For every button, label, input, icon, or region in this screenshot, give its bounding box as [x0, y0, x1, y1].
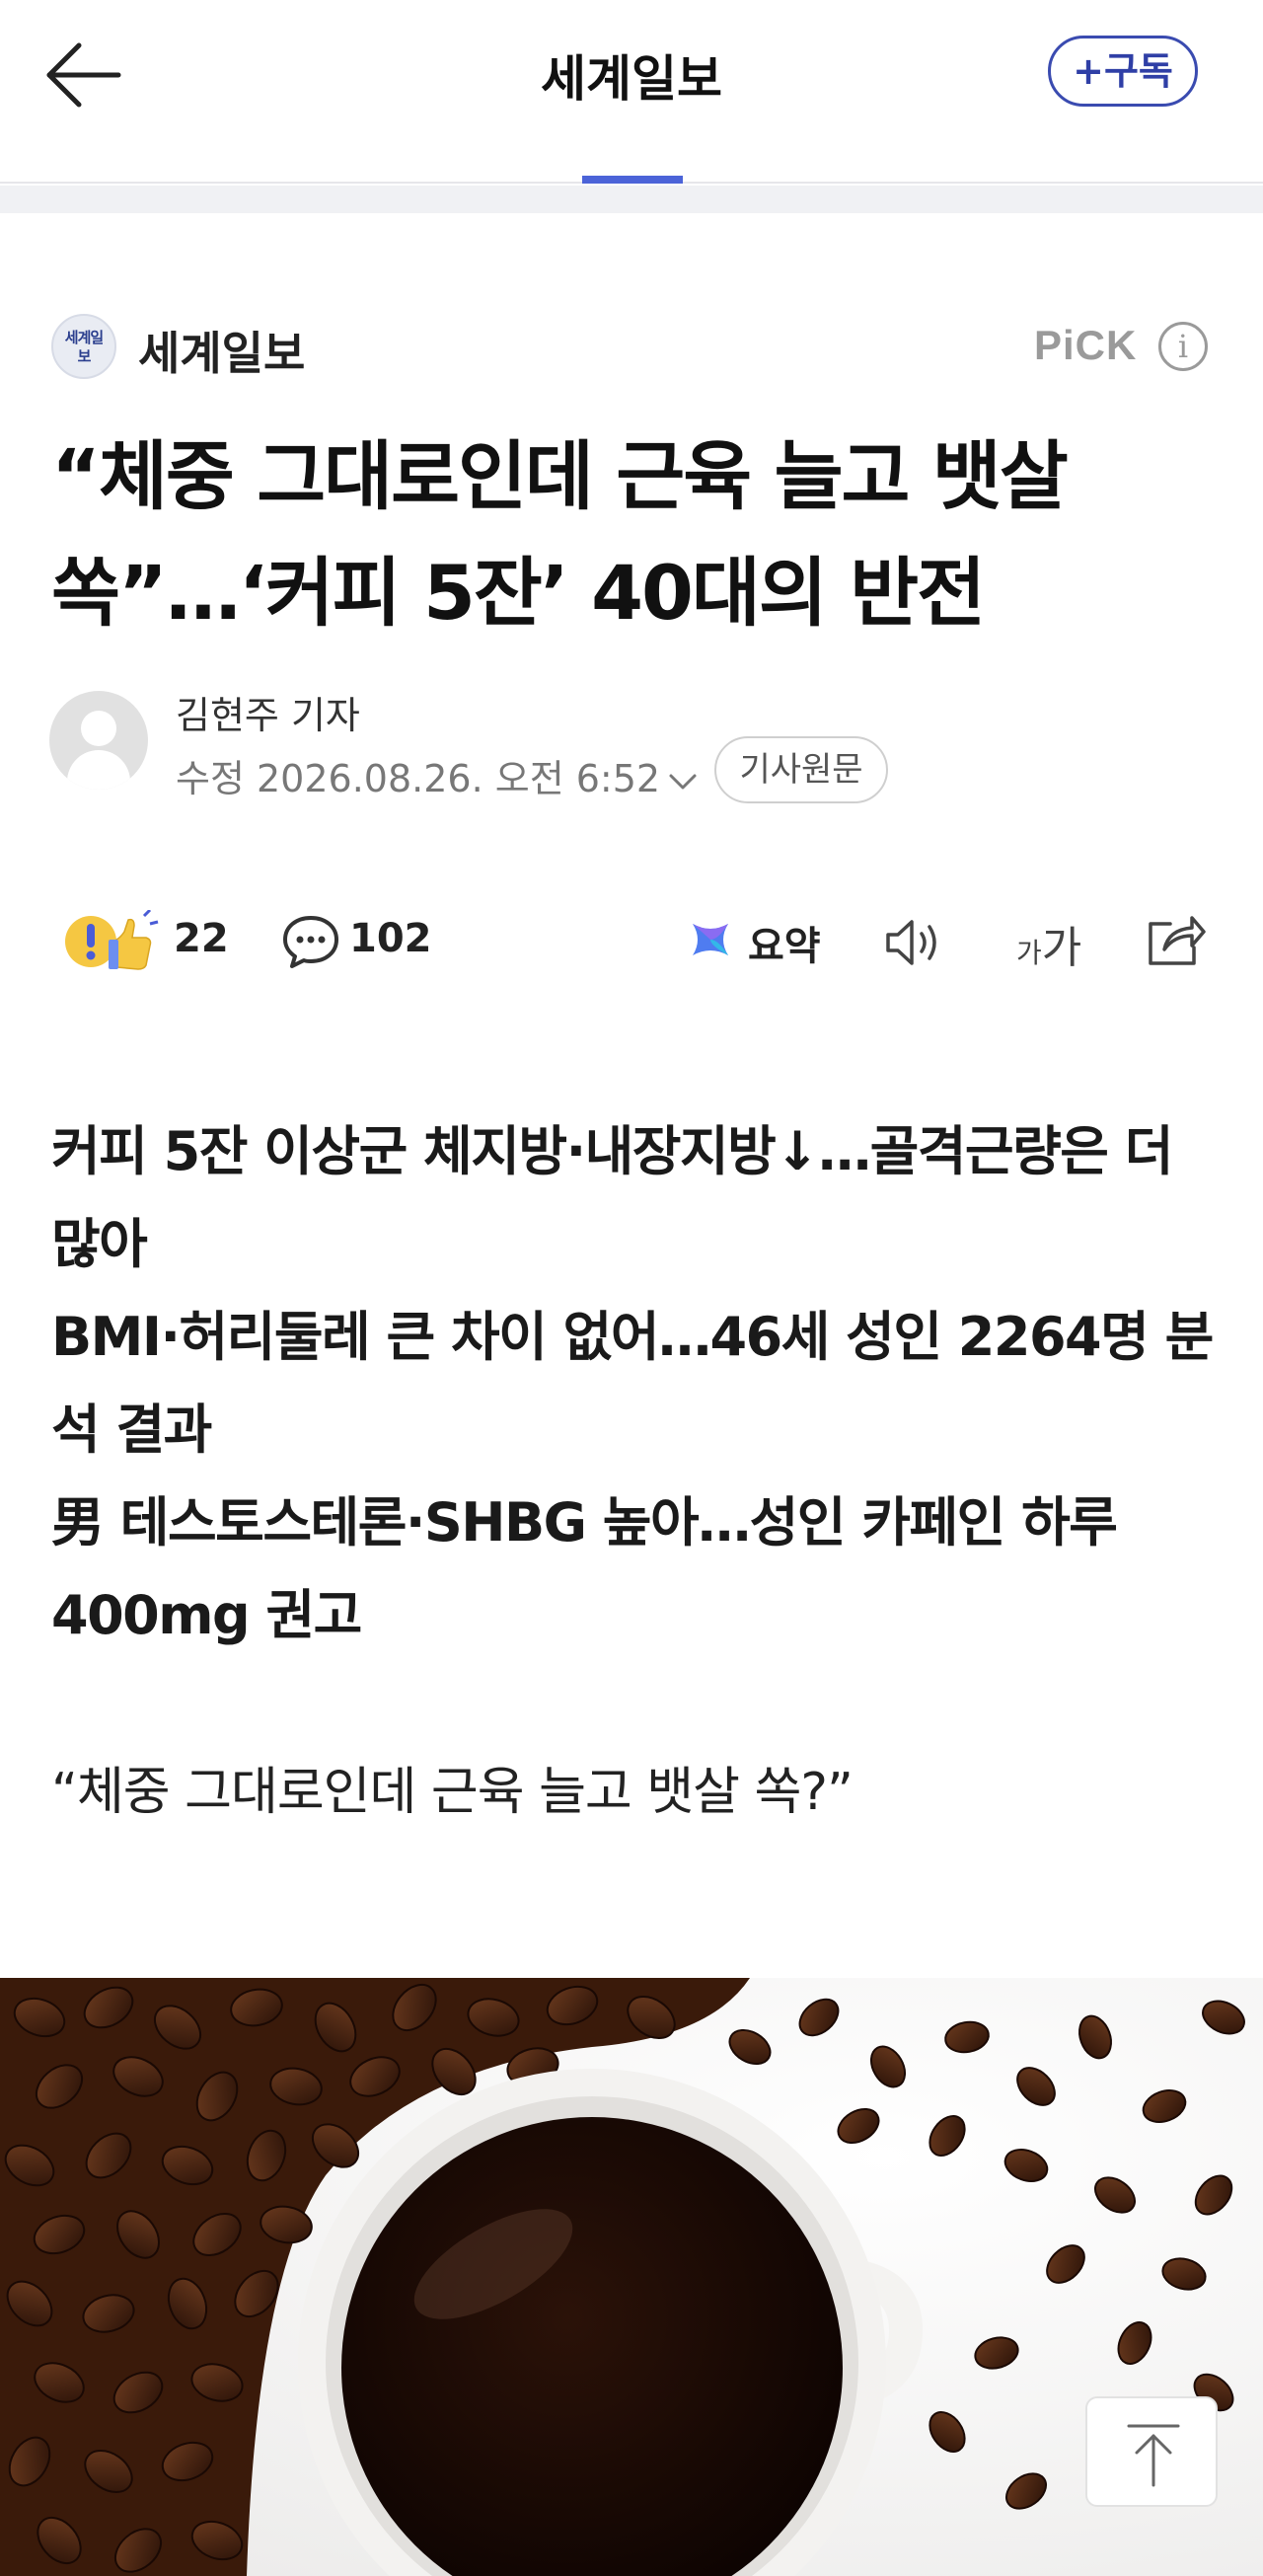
article-headline: “체중 그대로인데 근육 늘고 뱃살 쏙”…‘커피 5잔’ 40대의 반전 [51, 418, 1216, 651]
modified-date-text: 수정 2026.08.26. 오전 6:52 [176, 757, 661, 800]
share-icon[interactable] [1143, 910, 1208, 969]
article-body-quote: “체중 그대로인데 근육 늘고 뱃살 쏙?” [51, 1763, 854, 1822]
comment-count: 102 [349, 916, 432, 961]
scroll-top-icon [1127, 2424, 1180, 2487]
headline-line-2: 쏙”…‘커피 5잔’ 40대의 반전 [51, 549, 986, 637]
ai-summary-icon[interactable] [687, 916, 734, 963]
reporter-name[interactable]: 김현주 기자 [176, 685, 360, 739]
modified-date[interactable]: 수정 2026.08.26. 오전 6:52 [176, 748, 698, 802]
font-small-glyph: 가 [1016, 937, 1042, 969]
font-size-icon[interactable]: 가가 [1016, 912, 1081, 975]
coffee-photo-illustration [0, 1978, 1263, 2576]
reaction-count: 22 [174, 916, 229, 961]
pick-label: PiCK [1034, 322, 1138, 368]
section-divider [0, 186, 1263, 213]
article-summary: 커피 5잔 이상군 체지방·내장지방↓…골격근량은 더 많아 BMI·허리둘레 … [51, 1105, 1216, 1662]
headline-line-1: “체중 그대로인데 근육 늘고 뱃살 [51, 432, 1069, 520]
font-big-glyph: 가 [1041, 923, 1082, 973]
summary-line-1: 커피 5잔 이상군 체지방·내장지방↓…골격근량은 더 많아 [51, 1120, 1173, 1275]
subscribe-button[interactable]: +구독 [1048, 36, 1198, 107]
press-logo-text: 세계일보 [64, 329, 104, 365]
scroll-top-button[interactable] [1085, 2396, 1218, 2507]
press-name[interactable]: 세계일보 [138, 318, 305, 383]
original-article-button[interactable]: 기사원문 [714, 736, 888, 803]
info-icon[interactable]: i [1158, 322, 1208, 371]
comment-icon[interactable] [280, 912, 341, 971]
press-logo[interactable]: 세계일보 [51, 314, 116, 379]
summary-line-2: BMI·허리둘레 큰 차이 없어…46세 성인 2264명 분석 결과 [51, 1306, 1214, 1461]
speaker-icon[interactable] [882, 916, 951, 969]
tab-indicator [582, 176, 683, 184]
top-bar: 세계일보 +구독 [0, 0, 1263, 184]
action-bar: 22 102 요약 가가 [51, 898, 1216, 987]
summary-button-label[interactable]: 요약 [748, 914, 821, 971]
press-row: 세계일보 세계일보 PiCK i [51, 314, 1216, 383]
reaction-emoji-icon[interactable] [59, 908, 162, 973]
article-photo[interactable] [0, 1978, 1263, 2576]
reporter-avatar[interactable] [49, 691, 148, 790]
summary-line-3: 男 테스토스테론·SHBG 높아…성인 카페인 하루 400mg 권고 [51, 1491, 1118, 1646]
chevron-down-icon [668, 765, 698, 799]
